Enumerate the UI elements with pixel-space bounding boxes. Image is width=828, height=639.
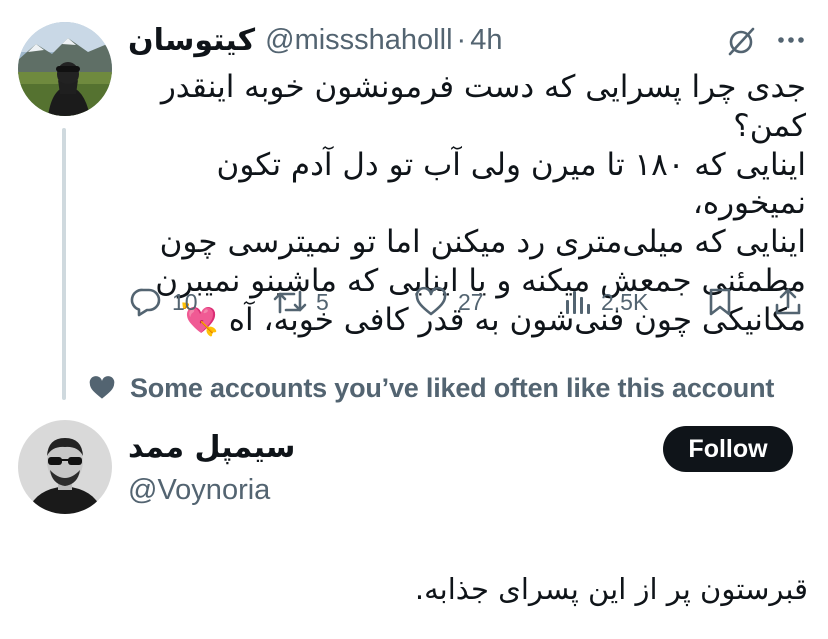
social-context-text: Some accounts you’ve liked often like th… <box>130 372 775 403</box>
share-icon <box>775 288 801 315</box>
like-count: 27 <box>458 288 484 315</box>
retweet-button[interactable]: 5 <box>272 282 329 322</box>
tweet-header: کیتوسان @missshaholll · 4h <box>128 18 502 62</box>
header-separator: · <box>456 23 467 56</box>
grok-icon[interactable] <box>724 24 758 58</box>
reply-icon <box>130 288 161 317</box>
retweet-icon <box>273 290 307 314</box>
heart-outline-icon <box>415 286 447 316</box>
heart-icon <box>89 376 115 399</box>
share-button[interactable] <box>772 282 804 322</box>
follow-button[interactable]: Follow <box>663 426 793 472</box>
more-dots-icon[interactable] <box>776 28 806 52</box>
thread-line <box>62 128 66 400</box>
suggested-user-bio: قبرستون پر از این پسرای جذابه. <box>414 572 808 606</box>
social-context: Some accounts you’ve liked often like th… <box>88 368 774 408</box>
views-count: 2.5K <box>601 288 649 315</box>
suggested-user-name[interactable]: سیمپل ممد <box>128 430 295 465</box>
views-button[interactable]: 2.5K <box>563 282 648 322</box>
suggested-user-avatar[interactable] <box>18 420 112 514</box>
tweet-author-handle[interactable]: @missshaholll <box>265 24 452 57</box>
bookmark-icon <box>709 288 731 316</box>
reply-count: 10 <box>172 288 198 315</box>
tweet-author-name[interactable]: کیتوسان <box>128 23 255 58</box>
retweet-count: 5 <box>316 288 329 315</box>
tweet-author-avatar[interactable] <box>18 22 112 116</box>
suggested-user-handle[interactable]: @Voynoria <box>128 474 270 507</box>
reply-button[interactable]: 10 <box>130 282 198 322</box>
like-button[interactable]: 27 <box>414 282 484 322</box>
bookmark-button[interactable] <box>706 282 734 322</box>
views-icon <box>566 291 590 314</box>
tweet-timestamp[interactable]: 4h <box>470 24 502 57</box>
